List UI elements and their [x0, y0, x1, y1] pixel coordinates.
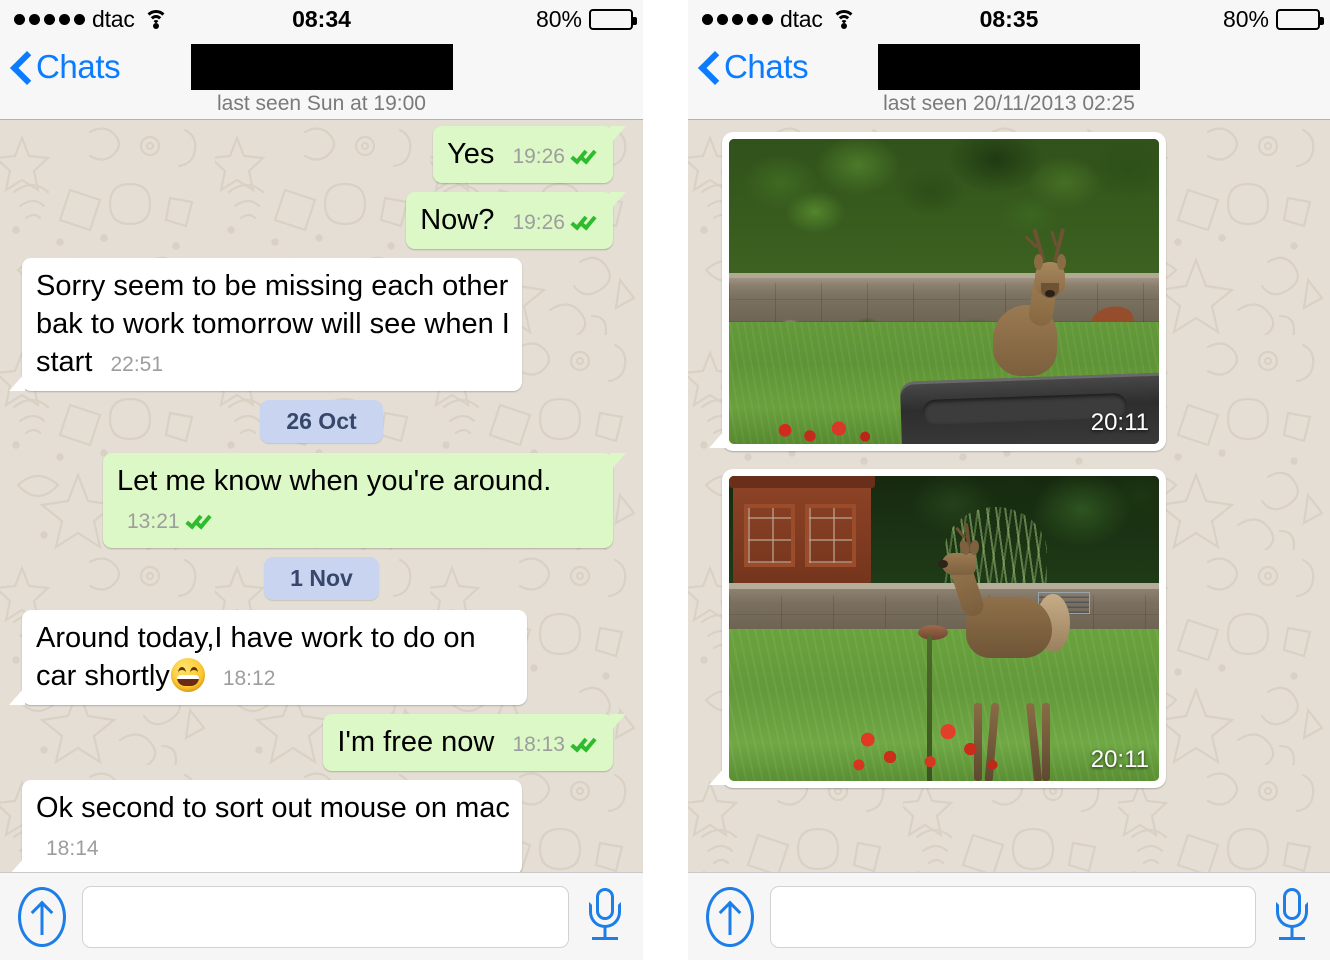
message-time: 19:26 [512, 145, 565, 168]
message-meta: 19:26 [512, 138, 601, 176]
message-input-field[interactable] [770, 885, 1256, 948]
signal-strength-dots [702, 13, 773, 25]
image-message-bubble[interactable]: 20:11 [709, 469, 1166, 788]
last-seen-label: last seen Sun at 19:00 [217, 92, 426, 115]
chat-message-area[interactable]: 20:11 20:11 [688, 120, 1330, 872]
battery-icon [1276, 8, 1324, 30]
wifi-icon [143, 10, 168, 29]
message-meta: 19:26 [512, 204, 601, 242]
microphone-icon[interactable] [1272, 886, 1312, 948]
message-row: 20:11 [698, 132, 1320, 451]
carrier-label: dtac [92, 5, 135, 32]
message-bubble-outgoing[interactable]: Yes 19:26 [433, 126, 626, 183]
photo-deer-facing-camera[interactable]: 20:11 [729, 139, 1159, 444]
message-input-bar [0, 872, 643, 960]
contact-name-redaction-bar [190, 44, 453, 90]
back-button-label: Chats [724, 48, 809, 85]
status-bar-right: 80% [1222, 5, 1324, 33]
message-text: I'm free now [337, 726, 495, 758]
message-time: 22:51 [110, 353, 164, 376]
battery-percent-label: 80% [1222, 5, 1269, 32]
message-time: 18:13 [512, 733, 565, 756]
message-bubble-incoming[interactable]: Ok second to sort out mouse on mac 18:14 [9, 780, 522, 872]
attach-up-arrow-icon[interactable] [18, 886, 66, 947]
date-separator-row: 26 Oct [10, 400, 633, 443]
status-bar-left: dtac [14, 6, 168, 33]
status-bar-left: dtac [702, 6, 856, 33]
message-row: Yes 19:26 [10, 126, 633, 183]
message-input-bar [688, 872, 1330, 960]
message-meta: 18:12 [223, 660, 276, 698]
back-to-chats-button[interactable]: Chats [700, 48, 809, 85]
message-bubble-outgoing[interactable]: Now? 19:26 [406, 192, 626, 249]
message-text: Now? [420, 204, 495, 236]
message-bubble-outgoing[interactable]: I'm free now 18:13 [323, 714, 626, 771]
message-list: Yes 19:26 Now? 19:26 Sorry seem to be mi… [0, 120, 643, 872]
message-row: I'm free now 18:13 [10, 714, 633, 771]
message-text: Sorry seem to be missing each other bak … [36, 270, 510, 378]
message-row: 20:11 [698, 469, 1320, 788]
photo-deer-in-profile[interactable]: 20:11 [729, 476, 1159, 781]
nav-bar: Chats last seen Sun at 19:00 [0, 38, 643, 120]
double-check-icon [184, 511, 216, 531]
message-row: Now? 19:26 [10, 192, 633, 249]
message-text: Yes [447, 138, 495, 170]
chat-panel-left: Yes do let me know Will be fre dtac 08:3… [0, 0, 643, 960]
date-separator: 1 Nov [264, 557, 379, 600]
message-input-field[interactable] [82, 885, 569, 948]
image-timestamp: 20:11 [1090, 409, 1149, 436]
message-time: 19:26 [512, 211, 565, 234]
battery-icon [589, 8, 637, 30]
message-row: Ok second to sort out mouse on mac 18:14 [9, 780, 633, 872]
garden-shed [729, 476, 876, 583]
message-time: 13:21 [127, 510, 180, 533]
attach-up-arrow-icon[interactable] [706, 886, 754, 947]
chat-panel-right: tweet the bus company 13:06 Criminal off… [688, 0, 1330, 960]
back-button-label: Chats [36, 48, 121, 85]
message-bubble-incoming[interactable]: Sorry seem to be missing each other bak … [9, 258, 522, 391]
message-bubble-outgoing[interactable]: Let me know when you're around. 13:21 [103, 453, 626, 548]
microphone-icon[interactable] [585, 886, 625, 948]
message-text: Let me know when you're around. [117, 465, 552, 497]
status-bar: dtac 08:35 80% [688, 0, 1330, 38]
message-list: 20:11 20:11 [688, 120, 1330, 807]
date-separator: 26 Oct [260, 400, 383, 443]
double-check-icon [570, 734, 601, 754]
message-meta: 18:13 [512, 726, 601, 764]
last-seen-label: last seen 20/11/2013 02:25 [883, 92, 1135, 115]
image-message-bubble[interactable]: 20:11 [709, 132, 1166, 451]
chevron-left-icon [700, 50, 720, 84]
message-time: 18:14 [46, 837, 99, 860]
message-row: Around today,I have work to do on car sh… [9, 610, 633, 705]
carrier-label: dtac [780, 5, 823, 32]
double-check-icon [570, 146, 601, 166]
battery-percent-label: 80% [535, 5, 582, 32]
message-meta: 13:21 [127, 503, 216, 541]
image-timestamp: 20:11 [1090, 746, 1149, 773]
message-row: Let me know when you're around. 13:21 [10, 453, 633, 548]
message-meta: 22:51 [110, 346, 163, 384]
double-check-icon [570, 212, 601, 232]
date-separator-row: 1 Nov [10, 557, 633, 600]
message-row: Sorry seem to be missing each other bak … [9, 258, 633, 391]
message-bubble-incoming[interactable]: Around today,I have work to do on car sh… [9, 610, 527, 705]
status-bar-right: 80% [535, 5, 637, 33]
screenshot-stage: Yes do let me know Will be fre dtac 08:3… [0, 0, 1330, 960]
wifi-icon [831, 10, 856, 29]
back-to-chats-button[interactable]: Chats [12, 48, 121, 85]
contact-name-redaction-bar [878, 44, 1140, 90]
message-text: Ok second to sort out mouse on mac [36, 792, 510, 824]
signal-strength-dots [14, 13, 85, 25]
message-time: 18:12 [222, 667, 276, 690]
grinning-face-emoji [170, 658, 205, 692]
chat-message-area[interactable]: Yes 19:26 Now? 19:26 Sorry seem to be mi… [0, 120, 643, 872]
deer-figure [938, 523, 1074, 781]
status-bar: dtac 08:34 80% [0, 0, 643, 38]
chevron-left-icon [12, 50, 32, 84]
nav-bar: Chats last seen 20/11/2013 02:25 [688, 38, 1330, 120]
message-meta: 18:14 [46, 830, 99, 868]
